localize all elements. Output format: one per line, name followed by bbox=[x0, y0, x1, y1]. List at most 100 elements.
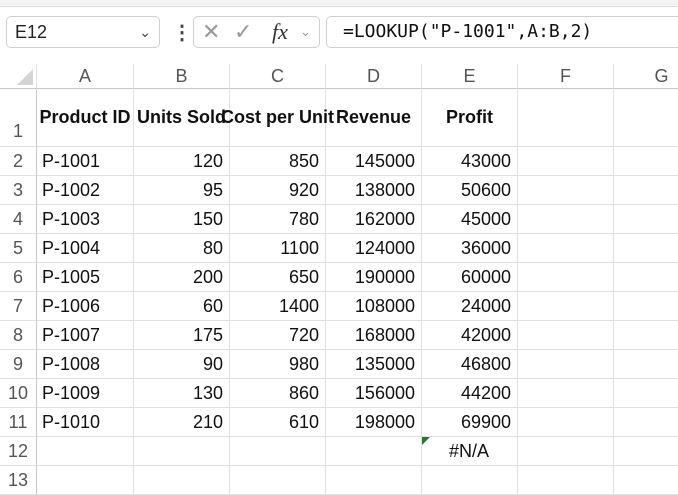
chevron-down-icon[interactable]: ⌄ bbox=[300, 17, 311, 47]
column-header-D[interactable]: D bbox=[326, 64, 422, 89]
cell-A3[interactable]: P-1002 bbox=[37, 176, 134, 205]
cell-F12[interactable] bbox=[518, 437, 614, 466]
cell-D4[interactable]: 162000 bbox=[326, 205, 422, 234]
cell-G12[interactable] bbox=[614, 437, 678, 466]
cell-C2[interactable]: 850 bbox=[230, 147, 326, 176]
cell-D12[interactable] bbox=[326, 437, 422, 466]
cell-F7[interactable] bbox=[518, 292, 614, 321]
cell-F4[interactable] bbox=[518, 205, 614, 234]
cell-B8[interactable]: 175 bbox=[134, 321, 230, 350]
cell-A9[interactable]: P-1008 bbox=[37, 350, 134, 379]
cell-B10[interactable]: 130 bbox=[134, 379, 230, 408]
cell-G4[interactable] bbox=[614, 205, 678, 234]
cell-A4[interactable]: P-1003 bbox=[37, 205, 134, 234]
select-all-triangle-icon[interactable] bbox=[17, 69, 33, 85]
cell-D9[interactable]: 135000 bbox=[326, 350, 422, 379]
enter-icon[interactable]: ✓ bbox=[234, 17, 252, 47]
cell-C8[interactable]: 720 bbox=[230, 321, 326, 350]
cell-C6[interactable]: 650 bbox=[230, 263, 326, 292]
cell-E12[interactable]: #N/A bbox=[422, 437, 518, 466]
cell-B9[interactable]: 90 bbox=[134, 350, 230, 379]
row-header-6[interactable]: 6 bbox=[0, 263, 37, 292]
cell-F5[interactable] bbox=[518, 234, 614, 263]
cell-D7[interactable]: 108000 bbox=[326, 292, 422, 321]
cell-C10[interactable]: 860 bbox=[230, 379, 326, 408]
cell-D11[interactable]: 198000 bbox=[326, 408, 422, 437]
cell-B5[interactable]: 80 bbox=[134, 234, 230, 263]
cell-E13[interactable] bbox=[422, 466, 518, 495]
name-box[interactable]: E12 ⌄ bbox=[6, 16, 160, 48]
cell-E9[interactable]: 46800 bbox=[422, 350, 518, 379]
cell-C1[interactable]: Cost per Unit bbox=[221, 89, 334, 147]
column-header-B[interactable]: B bbox=[134, 64, 230, 89]
cell-A12[interactable] bbox=[37, 437, 134, 466]
column-header-C[interactable]: C bbox=[230, 64, 326, 89]
insert-function-icon[interactable]: fx bbox=[272, 17, 288, 47]
cell-F10[interactable] bbox=[518, 379, 614, 408]
cell-C3[interactable]: 920 bbox=[230, 176, 326, 205]
cell-B11[interactable]: 210 bbox=[134, 408, 230, 437]
cell-D6[interactable]: 190000 bbox=[326, 263, 422, 292]
cell-F8[interactable] bbox=[518, 321, 614, 350]
row-header-5[interactable]: 5 bbox=[0, 234, 37, 263]
cell-E8[interactable]: 42000 bbox=[422, 321, 518, 350]
cell-G8[interactable] bbox=[614, 321, 678, 350]
cell-F3[interactable] bbox=[518, 176, 614, 205]
cell-G1[interactable] bbox=[614, 89, 678, 147]
chevron-down-icon[interactable]: ⌄ bbox=[139, 17, 151, 47]
formula-input[interactable]: =LOOKUP("P-1001",A:B,2) bbox=[326, 16, 678, 48]
row-header-2[interactable]: 2 bbox=[0, 147, 37, 176]
cell-G11[interactable] bbox=[614, 408, 678, 437]
cell-C11[interactable]: 610 bbox=[230, 408, 326, 437]
cell-B2[interactable]: 120 bbox=[134, 147, 230, 176]
cell-G9[interactable] bbox=[614, 350, 678, 379]
cell-G10[interactable] bbox=[614, 379, 678, 408]
cell-A7[interactable]: P-1006 bbox=[37, 292, 134, 321]
select-all-corner[interactable] bbox=[0, 64, 37, 89]
cell-B7[interactable]: 60 bbox=[134, 292, 230, 321]
cell-D2[interactable]: 145000 bbox=[326, 147, 422, 176]
cell-C9[interactable]: 980 bbox=[230, 350, 326, 379]
row-header-1[interactable]: 1 bbox=[0, 89, 37, 147]
cell-E7[interactable]: 24000 bbox=[422, 292, 518, 321]
row-header-12[interactable]: 12 bbox=[0, 437, 37, 466]
cell-C13[interactable] bbox=[230, 466, 326, 495]
cell-F9[interactable] bbox=[518, 350, 614, 379]
cell-E3[interactable]: 50600 bbox=[422, 176, 518, 205]
cell-F11[interactable] bbox=[518, 408, 614, 437]
cell-G5[interactable] bbox=[614, 234, 678, 263]
cell-B1[interactable]: Units Sold bbox=[134, 89, 230, 147]
cell-G2[interactable] bbox=[614, 147, 678, 176]
cell-E6[interactable]: 60000 bbox=[422, 263, 518, 292]
column-header-A[interactable]: A bbox=[37, 64, 134, 89]
cell-C5[interactable]: 1100 bbox=[230, 234, 326, 263]
cell-B4[interactable]: 150 bbox=[134, 205, 230, 234]
column-header-E[interactable]: E bbox=[422, 64, 518, 89]
row-header-9[interactable]: 9 bbox=[0, 350, 37, 379]
cell-D10[interactable]: 156000 bbox=[326, 379, 422, 408]
cell-B6[interactable]: 200 bbox=[134, 263, 230, 292]
cell-G3[interactable] bbox=[614, 176, 678, 205]
cell-C4[interactable]: 780 bbox=[230, 205, 326, 234]
cell-D1[interactable]: Revenue bbox=[326, 89, 422, 147]
cancel-icon[interactable]: ✕ bbox=[202, 17, 220, 47]
more-options-icon[interactable]: ⋮ bbox=[172, 20, 192, 45]
cell-A2[interactable]: P-1001 bbox=[37, 147, 134, 176]
cell-G7[interactable] bbox=[614, 292, 678, 321]
row-header-7[interactable]: 7 bbox=[0, 292, 37, 321]
cell-E11[interactable]: 69900 bbox=[422, 408, 518, 437]
cell-D13[interactable] bbox=[326, 466, 422, 495]
cell-A11[interactable]: P-1010 bbox=[37, 408, 134, 437]
cell-D3[interactable]: 138000 bbox=[326, 176, 422, 205]
row-header-13[interactable]: 13 bbox=[0, 466, 37, 495]
cell-B13[interactable] bbox=[134, 466, 230, 495]
cell-E4[interactable]: 45000 bbox=[422, 205, 518, 234]
cell-G13[interactable] bbox=[614, 466, 678, 495]
cell-E1[interactable]: Profit bbox=[422, 89, 518, 147]
cell-A8[interactable]: P-1007 bbox=[37, 321, 134, 350]
cell-E2[interactable]: 43000 bbox=[422, 147, 518, 176]
cell-F2[interactable] bbox=[518, 147, 614, 176]
cell-G6[interactable] bbox=[614, 263, 678, 292]
cell-F1[interactable] bbox=[518, 89, 614, 147]
row-header-4[interactable]: 4 bbox=[0, 205, 37, 234]
